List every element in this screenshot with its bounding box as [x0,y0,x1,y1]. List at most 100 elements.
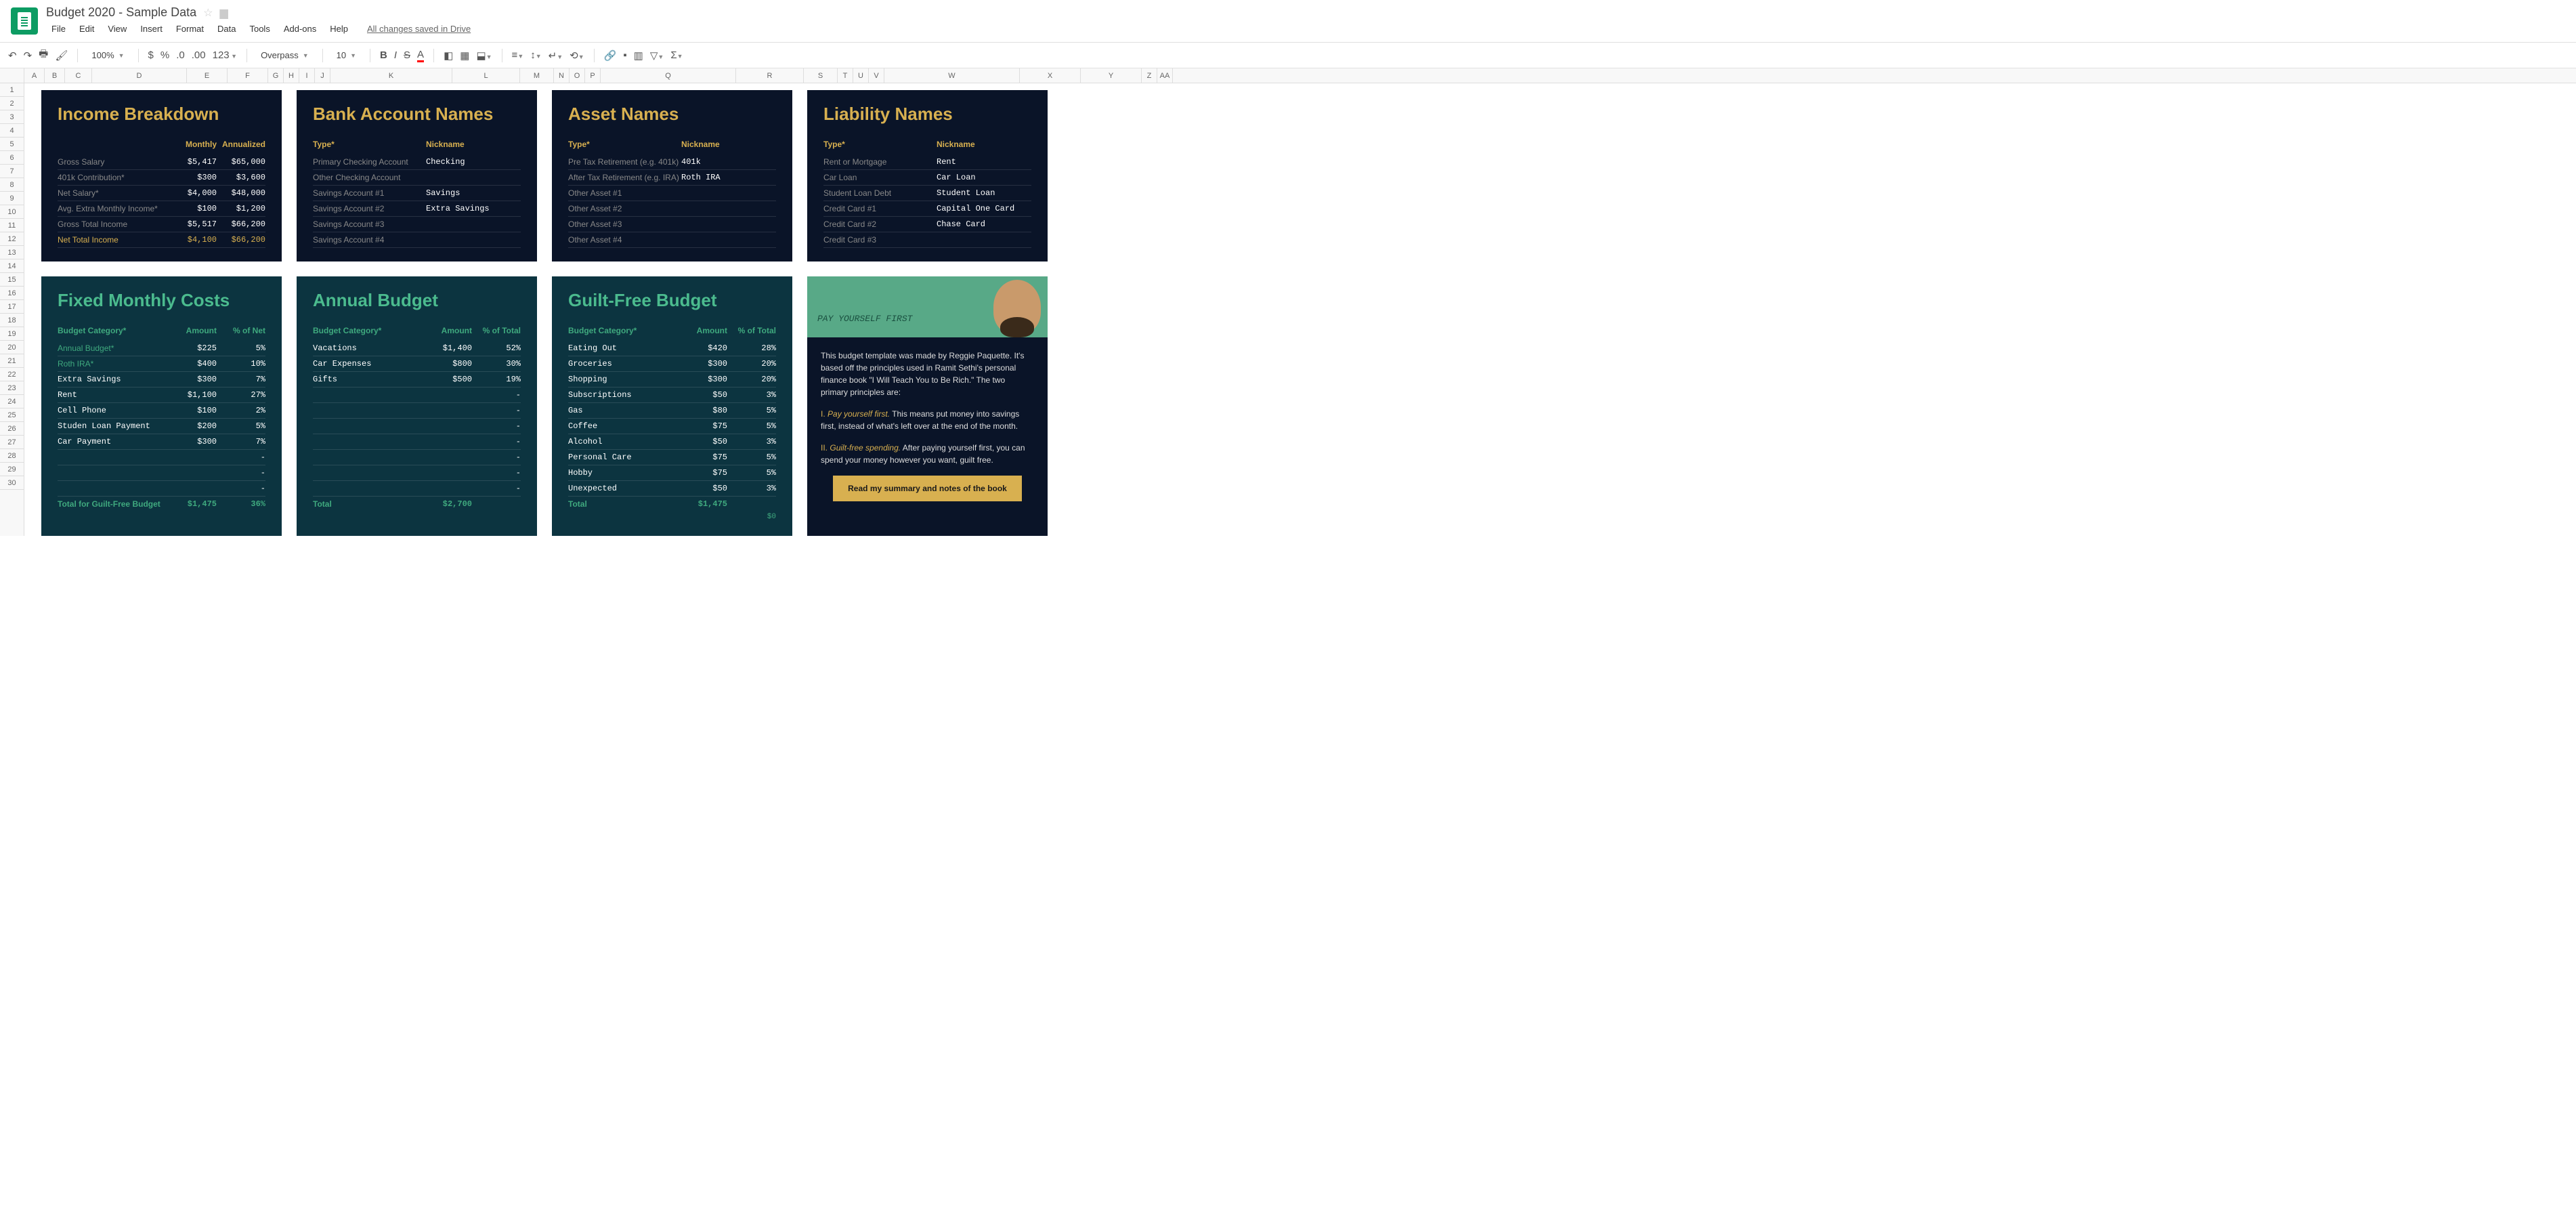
table-row[interactable]: Eating Out$42028% [568,341,776,356]
table-row[interactable]: - [313,434,521,450]
row-header[interactable]: 22 [0,368,24,381]
col-header[interactable]: AA [1157,68,1173,83]
row-header[interactable]: 30 [0,476,24,490]
col-header[interactable]: R [736,68,804,83]
row-header[interactable]: 7 [0,165,24,178]
font-select[interactable]: Overpass▼ [257,49,313,62]
table-row[interactable]: - [313,481,521,497]
row-header[interactable]: 23 [0,381,24,395]
table-row[interactable]: Groceries$30020% [568,356,776,372]
table-row[interactable]: Other Checking Account [313,170,521,186]
menu-edit[interactable]: Edit [74,21,100,37]
col-header[interactable]: V [869,68,884,83]
print-icon[interactable]: 🖶 [39,47,48,64]
col-header[interactable]: F [228,68,268,83]
comment-icon[interactable]: ▪ [623,49,626,61]
row-header[interactable]: 16 [0,287,24,300]
col-header[interactable]: A [24,68,45,83]
menu-help[interactable]: Help [324,21,353,37]
table-row[interactable]: After Tax Retirement (e.g. IRA)Roth IRA [568,170,776,186]
more-formats-icon[interactable]: 123 ▼ [213,49,237,61]
table-row[interactable]: Subscriptions$503% [568,388,776,403]
merge-icon[interactable]: ⬓▼ [476,49,492,62]
row-header[interactable]: 14 [0,259,24,273]
col-header[interactable]: C [65,68,92,83]
row-header[interactable]: 13 [0,246,24,259]
col-header[interactable]: D [92,68,187,83]
table-row[interactable]: - [58,481,265,497]
valign-icon[interactable]: ↕▼ [530,49,541,61]
row-header[interactable]: 9 [0,192,24,205]
row-header[interactable]: 8 [0,178,24,192]
col-header[interactable]: L [452,68,520,83]
row-header[interactable]: 28 [0,449,24,463]
table-row[interactable]: Gas$805% [568,403,776,419]
table-row[interactable]: - [58,450,265,465]
table-row[interactable]: Primary Checking AccountChecking [313,154,521,170]
col-header[interactable]: O [570,68,585,83]
table-row[interactable]: Unexpected$503% [568,481,776,497]
undo-icon[interactable]: ↶ [8,49,17,62]
row-header[interactable]: 20 [0,341,24,354]
halign-icon[interactable]: ≡▼ [512,49,524,61]
table-row[interactable]: Credit Card #1Capital One Card [823,201,1031,217]
paint-format-icon[interactable]: 🖌 [55,49,68,62]
row-header[interactable]: 29 [0,463,24,476]
row-header[interactable]: 2 [0,97,24,110]
link-icon[interactable]: 🔗 [604,49,617,62]
table-row[interactable]: Car Payment$3007% [58,434,265,450]
menu-tools[interactable]: Tools [244,21,275,37]
row-header[interactable]: 12 [0,232,24,246]
star-icon[interactable]: ☆ [203,6,213,20]
table-row[interactable]: - [313,388,521,403]
table-row[interactable]: Gross Total Income$5,517$66,200 [58,217,265,232]
strikethrough-icon[interactable]: S [404,49,410,61]
row-header[interactable]: 24 [0,395,24,409]
table-row[interactable]: Avg. Extra Monthly Income*$100$1,200 [58,201,265,217]
row-header[interactable]: 18 [0,314,24,327]
menu-view[interactable]: View [102,21,132,37]
col-header[interactable]: K [330,68,452,83]
table-row[interactable]: Savings Account #2Extra Savings [313,201,521,217]
table-row[interactable]: Savings Account #3 [313,217,521,232]
table-row[interactable]: Cell Phone$1002% [58,403,265,419]
read-summary-button[interactable]: Read my summary and notes of the book [833,476,1022,501]
functions-icon[interactable]: Σ▼ [670,49,683,61]
row-header[interactable]: 4 [0,124,24,138]
chart-icon[interactable]: ▥ [634,49,643,62]
table-row[interactable]: Vacations$1,40052% [313,341,521,356]
col-header[interactable]: N [554,68,570,83]
table-row[interactable]: Shopping$30020% [568,372,776,388]
decimal-decrease-icon[interactable]: .0 [176,49,185,61]
table-row[interactable]: - [313,403,521,419]
table-row[interactable]: Other Asset #3 [568,217,776,232]
bold-icon[interactable]: B [380,49,387,61]
redo-icon[interactable]: ↷ [24,49,33,62]
text-color-icon[interactable]: A [417,49,424,62]
menu-file[interactable]: File [46,21,71,37]
row-header[interactable]: 15 [0,273,24,287]
table-row[interactable]: - [58,465,265,481]
col-header[interactable]: J [315,68,330,83]
row-header[interactable]: 1 [0,83,24,97]
col-header[interactable]: P [585,68,601,83]
table-row[interactable]: Gifts$50019% [313,372,521,388]
menu-data[interactable]: Data [212,21,241,37]
col-header[interactable]: U [853,68,869,83]
table-row[interactable]: - [313,450,521,465]
filter-icon[interactable]: ▽▼ [650,49,664,62]
col-header[interactable]: I [299,68,315,83]
table-row[interactable]: Other Asset #2 [568,201,776,217]
table-row[interactable]: 401k Contribution*$300$3,600 [58,170,265,186]
col-header[interactable]: Z [1142,68,1157,83]
col-header[interactable]: E [187,68,228,83]
table-row[interactable]: Net Salary*$4,000$48,000 [58,186,265,201]
col-header[interactable]: X [1020,68,1081,83]
table-row[interactable]: Savings Account #4 [313,232,521,248]
table-row[interactable]: Alcohol$503% [568,434,776,450]
table-row[interactable]: Car Expenses$80030% [313,356,521,372]
table-row[interactable]: Credit Card #3 [823,232,1031,248]
col-header[interactable]: G [268,68,284,83]
row-header[interactable]: 11 [0,219,24,232]
table-row[interactable]: Annual Budget*$2255% [58,341,265,356]
